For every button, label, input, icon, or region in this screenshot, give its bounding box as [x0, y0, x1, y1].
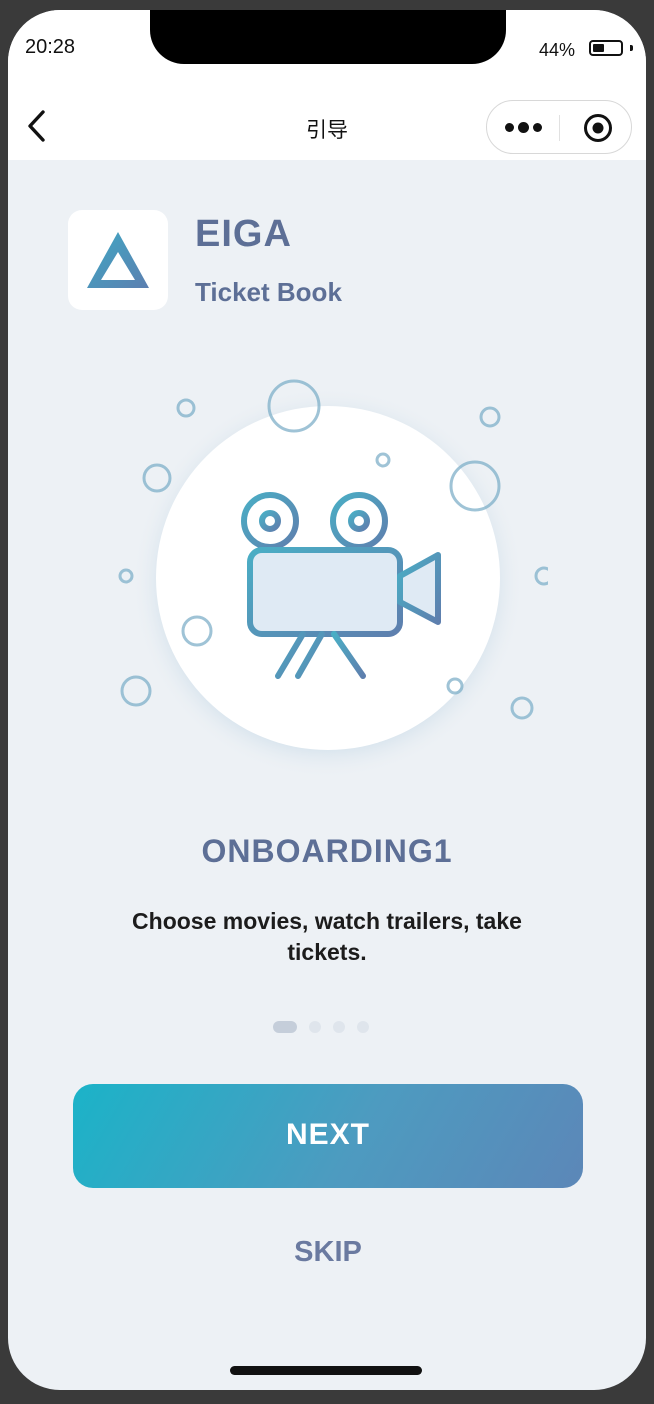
mini-program-capsule [486, 100, 632, 154]
battery-percentage: 44% [539, 40, 576, 60]
brand-subtitle: Ticket Book [195, 277, 342, 307]
page-indicator [273, 1021, 393, 1033]
more-dots-icon [505, 123, 514, 132]
onboarding-description: Choose movies, watch trailers, take tick… [132, 908, 522, 965]
page-dot-active[interactable] [273, 1021, 297, 1033]
target-close-icon [584, 114, 612, 142]
home-indicator[interactable] [230, 1366, 422, 1375]
battery-cap [630, 45, 633, 51]
skip-button[interactable]: SKIP [268, 1236, 388, 1280]
status-time: 20:28 [25, 36, 76, 58]
app-logo [68, 210, 168, 310]
next-button[interactable]: NEXT [73, 1084, 583, 1188]
brand-name: EIGA [195, 213, 292, 255]
navigation-bar: 引导 [8, 90, 646, 160]
page-dot[interactable] [309, 1021, 321, 1033]
battery-icon [589, 40, 623, 56]
phone-screen: 20:28 44% 引导 EIGA Ticket Book ONBOARDING… [8, 10, 646, 1390]
page-dot[interactable] [357, 1021, 369, 1033]
movie-camera-illustration [118, 379, 554, 779]
next-button-label: NEXT [285, 1118, 370, 1151]
device-notch [150, 10, 506, 64]
status-bar: 20:28 44% [8, 10, 646, 90]
onboarding-illustration [108, 370, 554, 790]
triangle-logo-icon [87, 232, 149, 288]
more-dots-icon [518, 122, 529, 133]
more-dots-icon [533, 123, 542, 132]
battery-level [593, 44, 604, 52]
page-dot[interactable] [333, 1021, 345, 1033]
more-button[interactable] [487, 101, 559, 155]
onboarding-title: ONBOARDING1 [201, 833, 453, 869]
close-mini-program-button[interactable] [560, 101, 632, 155]
